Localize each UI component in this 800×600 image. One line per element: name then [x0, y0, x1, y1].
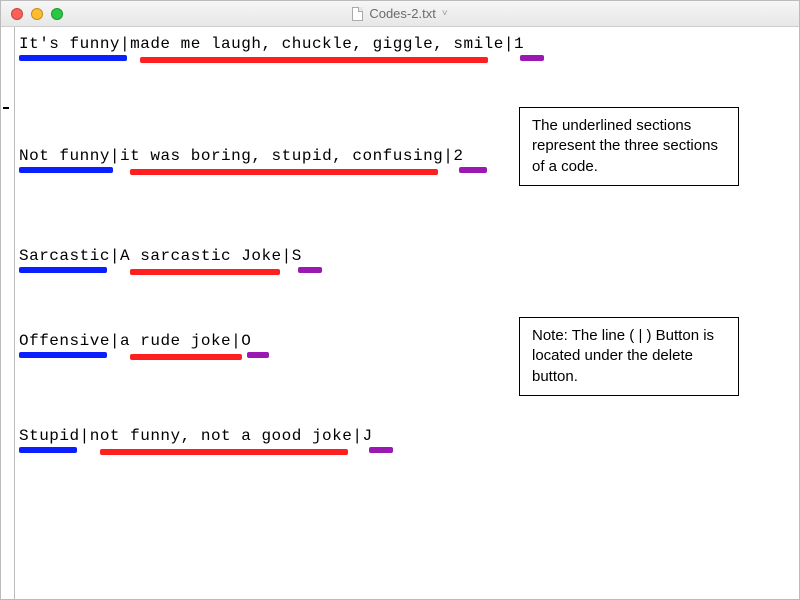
callout-sections: The underlined sections represent the th… [519, 107, 739, 186]
code-line: It's funny|made me laugh, chuckle, giggl… [19, 35, 524, 53]
code-symbol: 1 [514, 35, 524, 53]
code-line: Not funny|it was boring, stupid, confusi… [19, 147, 464, 165]
chevron-down-icon[interactable]: ˅ [442, 8, 448, 19]
code-symbol: J [362, 427, 372, 445]
separator: | [110, 147, 120, 165]
text-pad[interactable]: It's funny|made me laugh, chuckle, giggl… [19, 27, 799, 599]
separator: | [504, 35, 514, 53]
underline-blue [19, 352, 107, 358]
underline-blue [19, 447, 77, 453]
code-desc: made me laugh, chuckle, giggle, smile [130, 35, 504, 53]
underline-purple [459, 167, 487, 173]
underline-purple [298, 267, 322, 273]
code-symbol: O [241, 332, 251, 350]
underline-red [130, 354, 242, 360]
underline-red [100, 449, 348, 455]
document-icon [352, 7, 363, 21]
document-area: It's funny|made me laugh, chuckle, giggl… [1, 27, 799, 599]
underline-blue [19, 267, 107, 273]
editor-window: Codes-2.txt ˅ It's funny|made me laugh, … [0, 0, 800, 600]
code-label: Sarcastic [19, 247, 110, 265]
title-center: Codes-2.txt ˅ [1, 1, 799, 26]
separator: | [352, 427, 362, 445]
underline-red [130, 169, 438, 175]
ruler-gutter [1, 27, 15, 599]
underline-red [130, 269, 280, 275]
underline-blue [19, 167, 113, 173]
zoom-icon[interactable] [51, 8, 63, 20]
code-desc: it was boring, stupid, confusing [120, 147, 443, 165]
code-line: Offensive|a rude joke|O [19, 332, 251, 350]
code-line: Stupid|not funny, not a good joke|J [19, 427, 373, 445]
separator: | [110, 247, 120, 265]
window-title: Codes-2.txt [369, 6, 435, 21]
underline-red [140, 57, 488, 63]
separator: | [110, 332, 120, 350]
minimize-icon[interactable] [31, 8, 43, 20]
separator: | [120, 35, 130, 53]
traffic-lights [11, 8, 63, 20]
code-label: Stupid [19, 427, 80, 445]
underline-purple [247, 352, 269, 358]
separator: | [231, 332, 241, 350]
separator: | [80, 427, 90, 445]
underline-blue [19, 55, 127, 61]
code-desc: a rude joke [120, 332, 231, 350]
code-symbol: S [292, 247, 302, 265]
code-label: Offensive [19, 332, 110, 350]
separator: | [282, 247, 292, 265]
code-label: Not funny [19, 147, 110, 165]
code-symbol: 2 [453, 147, 463, 165]
code-desc: A sarcastic Joke [120, 247, 282, 265]
callout-pipe-key: Note: The line ( | ) Button is located u… [519, 317, 739, 396]
title-bar: Codes-2.txt ˅ [1, 1, 799, 27]
close-icon[interactable] [11, 8, 23, 20]
code-label: It's funny [19, 35, 120, 53]
separator: | [443, 147, 453, 165]
ruler-tick [3, 107, 9, 109]
code-desc: not funny, not a good joke [90, 427, 353, 445]
underline-purple [369, 447, 393, 453]
code-line: Sarcastic|A sarcastic Joke|S [19, 247, 302, 265]
underline-purple [520, 55, 544, 61]
